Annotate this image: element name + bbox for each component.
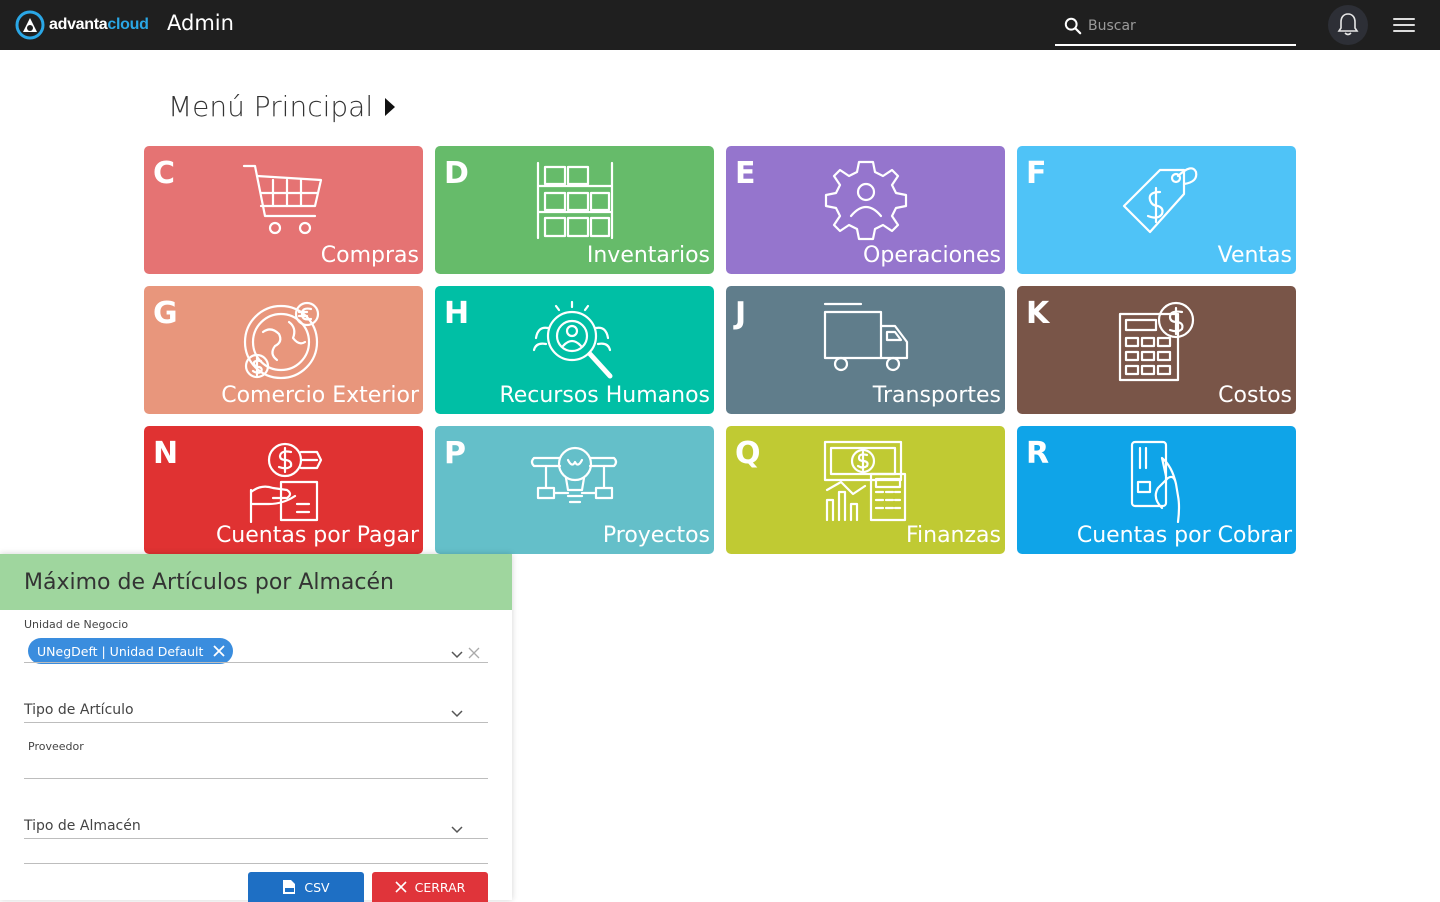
finance-icon [821, 438, 911, 523]
tile-label: Cuentas por Cobrar [1076, 523, 1292, 548]
module-tile-costos[interactable]: K Costos [1017, 286, 1296, 414]
tile-label: Transportes [872, 383, 1001, 408]
logo-icon [15, 10, 45, 40]
tipo-articulo-label: Tipo de Artículo [24, 702, 134, 718]
tile-label: Operaciones [863, 243, 1001, 268]
tile-shortcut-key: R [1026, 436, 1050, 471]
unidad-chip: UNegDeft | Unidad Default [28, 638, 234, 664]
tile-shortcut-key: H [444, 296, 470, 331]
app-title: Admin [167, 11, 234, 35]
module-tile-ventas[interactable]: F Ventas [1017, 146, 1296, 274]
tile-shortcut-key: F [1026, 156, 1047, 191]
tile-shortcut-key: E [735, 156, 756, 191]
tile-shortcut-key: Q [735, 436, 761, 471]
module-tile-operaciones[interactable]: E Operaciones [726, 146, 1005, 274]
close-icon [395, 881, 407, 893]
divider-line [24, 863, 488, 864]
boxes-icon [530, 158, 620, 243]
unidad-chip-text: UNegDeft | Unidad Default [37, 643, 204, 659]
chip-remove-icon[interactable] [213, 645, 226, 657]
tile-shortcut-key: K [1026, 296, 1050, 331]
tile-label: Inventarios [586, 243, 710, 268]
tile-shortcut-key: G [153, 296, 178, 331]
csv-file-icon [283, 880, 296, 894]
module-tile-finanzas[interactable]: Q Finanzas [726, 426, 1005, 554]
proveedor-field[interactable]: Proveedor [24, 740, 488, 780]
tile-shortcut-key: C [153, 156, 176, 191]
close-button-label: CERRAR [414, 879, 466, 895]
people-search-icon [530, 298, 620, 383]
shopping-cart-icon [239, 158, 329, 243]
tile-label: Ventas [1217, 243, 1292, 268]
top-bar: advantacloud Admin [0, 0, 1440, 50]
close-button[interactable]: CERRAR [372, 872, 488, 902]
chevron-down-icon[interactable] [451, 649, 463, 661]
search-icon[interactable] [1064, 17, 1082, 35]
logo-text: advantacloud [49, 16, 149, 34]
tile-shortcut-key: P [444, 436, 466, 471]
module-grid: C Compras D Inventarios E Operaciones F Ventas G… [144, 146, 1296, 554]
chevron-down-icon [451, 826, 463, 834]
tile-shortcut-key: D [444, 156, 469, 191]
idea-icon [530, 438, 620, 523]
price-tag-icon [1112, 158, 1202, 243]
clear-icon[interactable] [468, 647, 480, 659]
module-tile-cuentas-por-cobrar[interactable]: R Cuentas por Cobrar [1017, 426, 1296, 554]
caret-right-icon[interactable] [385, 97, 396, 116]
globe-currency-icon [239, 298, 329, 383]
proveedor-label: Proveedor [28, 740, 84, 753]
hand-coin-icon [239, 438, 329, 524]
field-underline [24, 838, 488, 839]
csv-button-label: CSV [304, 879, 330, 895]
page-title-text: Menú Principal [168, 90, 374, 123]
tile-label: Cuentas por Pagar [215, 523, 419, 548]
tipo-articulo-select[interactable]: Tipo de Artículo [24, 700, 488, 724]
menu-icon-bar [1393, 18, 1415, 20]
module-tile-transportes[interactable]: J Transportes [726, 286, 1005, 414]
search-input[interactable] [1088, 18, 1288, 34]
search-bar [1055, 8, 1296, 46]
truck-icon [821, 298, 911, 383]
tile-shortcut-key: N [153, 436, 179, 471]
report-panel: Máximo de Artículos por Almacén Unidad d… [0, 554, 512, 902]
divider [24, 863, 488, 865]
module-tile-proyectos[interactable]: P Proyectos [435, 426, 714, 554]
calculator-dollar-icon [1112, 298, 1202, 383]
menu-icon-bar [1393, 30, 1415, 32]
tile-label: Compras [320, 243, 419, 268]
field-underline [24, 662, 488, 663]
tile-shortcut-key: J [735, 296, 747, 331]
notifications-button[interactable] [1328, 5, 1368, 45]
tipo-almacen-select[interactable]: Tipo de Almacén [24, 816, 488, 840]
tile-label: Comercio Exterior [221, 383, 419, 408]
field-underline [24, 722, 488, 723]
unidad-negocio-field[interactable]: Unidad de Negocio UNegDeft | Unidad Defa… [24, 618, 488, 664]
module-tile-recursos-humanos[interactable]: H Recursos Humanos [435, 286, 714, 414]
module-tile-comercio-exterior[interactable]: G Comercio Exterior [144, 286, 423, 414]
chevron-down-icon [451, 710, 463, 718]
tile-label: Proyectos [602, 523, 710, 548]
logo-text-part2: cloud [107, 16, 149, 33]
module-tile-cuentas-por-pagar[interactable]: N Cuentas por Pagar [144, 426, 423, 554]
page-title: Menú Principal [168, 90, 396, 123]
module-tile-compras[interactable]: C Compras [144, 146, 423, 274]
tile-label: Recursos Humanos [499, 383, 710, 408]
menu-icon-bar [1393, 24, 1415, 26]
hamburger-menu-button[interactable] [1393, 15, 1415, 35]
tile-label: Finanzas [905, 523, 1001, 548]
field-underline [24, 778, 488, 779]
logo-text-part1: advanta [49, 16, 108, 33]
logo[interactable]: advantacloud [15, 10, 149, 40]
tipo-almacen-label: Tipo de Almacén [24, 818, 141, 834]
panel-title: Máximo de Artículos por Almacén [0, 554, 512, 610]
module-tile-inventarios[interactable]: D Inventarios [435, 146, 714, 274]
card-hand-icon [1112, 438, 1202, 524]
bell-icon [1337, 13, 1359, 36]
tile-label: Costos [1218, 383, 1292, 408]
unidad-negocio-label: Unidad de Negocio [24, 618, 129, 631]
csv-button[interactable]: CSV [248, 872, 364, 902]
gear-user-icon [821, 158, 911, 243]
